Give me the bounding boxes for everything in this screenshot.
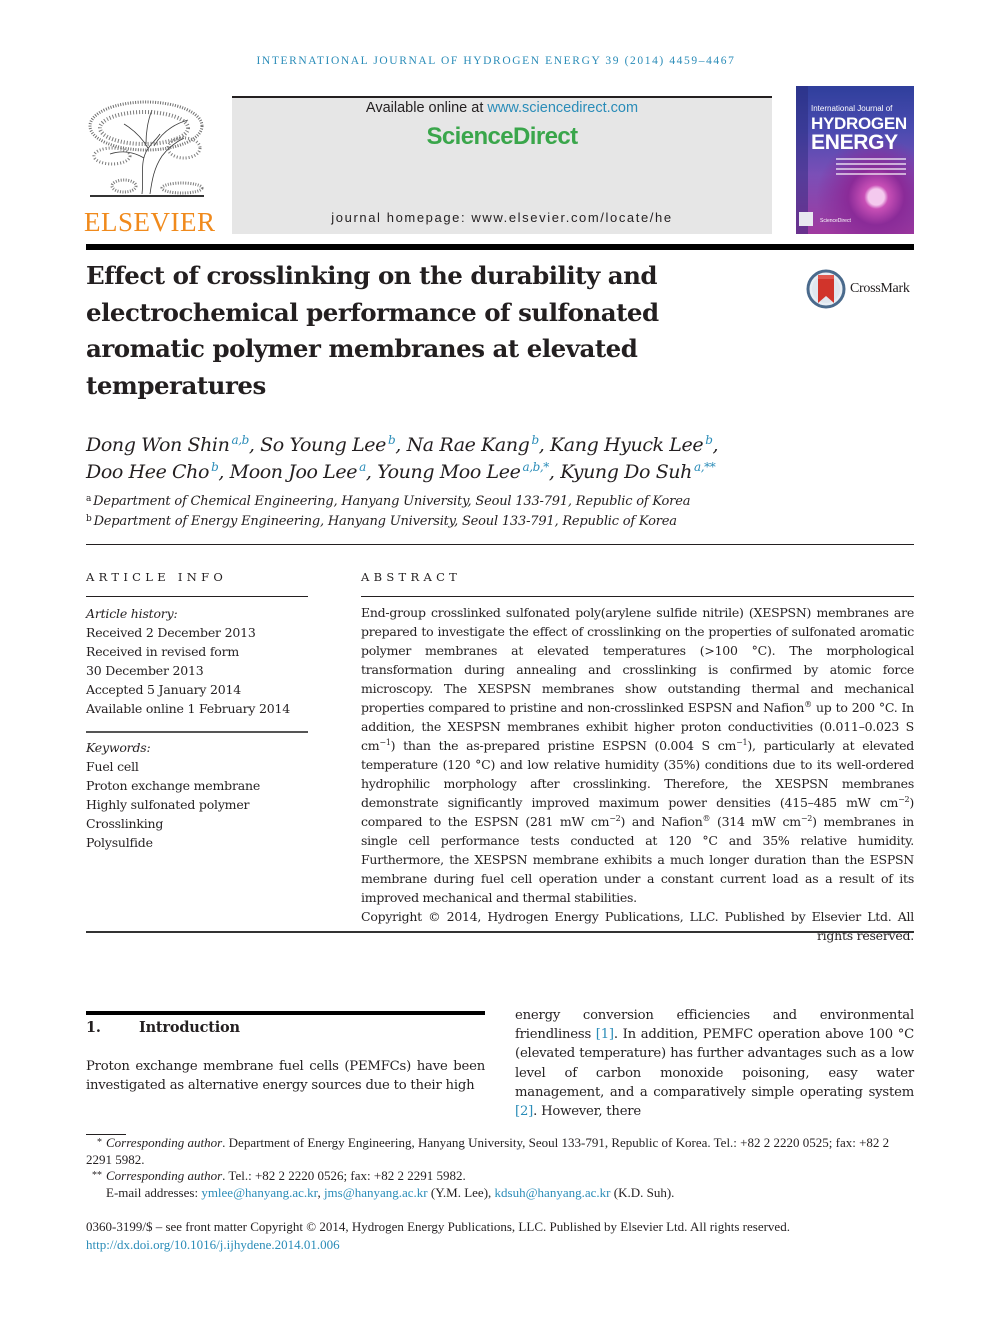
crossmark-button[interactable]: CrossMark xyxy=(806,268,916,310)
introduction-right-column: energy conversion efficiencies and envir… xyxy=(515,1008,914,1120)
author-affiliation-link[interactable]: a,** xyxy=(694,460,716,474)
affiliation-text: Department of Energy Engineering, Hanyan… xyxy=(93,514,677,529)
footnote-mark: * xyxy=(97,1137,102,1148)
crossmark-icon xyxy=(806,269,846,309)
article-info-heading: ARTICLE INFO xyxy=(86,570,228,584)
journal-cover-image[interactable]: International Journal of HYDROGEN ENERGY… xyxy=(796,86,914,234)
footnote-corresponding-2: ** Corresponding author. Tel.: +82 2 2220… xyxy=(86,1168,916,1185)
email-label: E-mail addresses: xyxy=(106,1184,202,1200)
crossmark-label: CrossMark xyxy=(850,281,910,296)
footnote-label: Corresponding author xyxy=(106,1168,223,1183)
sciencedirect-brand[interactable]: ScienceDirect xyxy=(232,123,772,151)
section-number: 1. xyxy=(86,1019,101,1036)
author-line-2: Doo Hee Cho b, Moon Joo Lee a, Young Moo L… xyxy=(86,460,716,483)
footnote-emails: E-mail addresses: ymlee@hanyang.ac.kr, j… xyxy=(106,1184,675,1200)
history-item: Received in revised form xyxy=(86,644,240,659)
author-list: Dong Won Shin a,b, So Young Lee b, Na Rae … xyxy=(86,432,906,486)
reference-link-2[interactable]: [2] xyxy=(515,1104,533,1119)
keywords: Keywords: Fuel cell Proton exchange memb… xyxy=(86,738,316,852)
cover-sciencedirect-mark: ScienceDirect xyxy=(820,218,851,224)
footnote-text: . Tel.: +82 2 2220 0526; fax: +82 2 2291… xyxy=(222,1168,466,1183)
available-online-prefix: Available online at xyxy=(365,100,488,116)
cover-publisher-logo-icon xyxy=(799,212,813,226)
cover-small-title: International Journal of xyxy=(811,104,893,113)
cover-title-line2: ENERGY xyxy=(811,131,898,154)
affiliation-mark: a xyxy=(86,494,92,504)
author-affiliation-link[interactable]: b xyxy=(705,433,713,447)
abstract-heading: ABSTRACT xyxy=(361,570,462,584)
article-title: Effect of crosslinking on the durability… xyxy=(86,261,659,400)
email-link[interactable]: kdsuh@hanyang.ac.kr xyxy=(495,1185,611,1200)
footnote-label: Corresponding author xyxy=(106,1135,223,1150)
issn-copyright-line: 0360-3199/$ – see front matter Copyright… xyxy=(86,1219,790,1234)
article-history-label: Article history: xyxy=(86,606,178,621)
email-link[interactable]: ymlee@hanyang.ac.kr xyxy=(201,1185,317,1200)
affiliation-b: b Department of Energy Engineering, Hanya… xyxy=(86,514,906,529)
author[interactable]: Doo Hee Cho b xyxy=(86,461,219,483)
affiliation-mark: b xyxy=(86,514,92,524)
sciencedirect-link[interactable]: www.sciencedirect.com xyxy=(487,100,638,116)
history-item: 30 December 2013 xyxy=(86,663,204,678)
footnote-corresponding-1: * Corresponding author. Department of Ene… xyxy=(86,1135,916,1168)
footnotes: * Corresponding author. Department of Ene… xyxy=(86,1135,916,1201)
keyword: Fuel cell xyxy=(86,759,139,774)
author-line-1: Dong Won Shin a,b, So Young Lee b, Na Rae … xyxy=(86,433,719,456)
author[interactable]: Young Moo Lee a,b,* xyxy=(377,461,549,483)
keyword: Polysulfide xyxy=(86,835,153,850)
journal-homepage[interactable]: journal homepage: www.elsevier.com/locat… xyxy=(232,210,772,225)
available-online-text: Available online at www.sciencedirect.co… xyxy=(232,100,772,116)
cover-editor-lines xyxy=(836,158,906,178)
keyword: Proton exchange membrane xyxy=(86,778,261,793)
cover-title: HYDROGEN ENERGY xyxy=(811,115,907,153)
author[interactable]: Moon Joo Lee a xyxy=(230,460,367,483)
author[interactable]: Kyung Do Suh a,** xyxy=(560,460,716,483)
author-affiliation-link[interactable]: a,b xyxy=(231,433,249,447)
doi-link[interactable]: http://dx.doi.org/10.1016/j.ijhydene.201… xyxy=(86,1237,340,1252)
affiliation-a: a Department of Chemical Engineering, Han… xyxy=(86,494,906,509)
author[interactable]: Dong Won Shin a,b xyxy=(86,434,249,456)
elsevier-logo[interactable]: ELSEVIER xyxy=(84,98,216,238)
sciencedirect-banner: Available online at www.sciencedirect.co… xyxy=(232,98,772,234)
elsevier-wordmark: ELSEVIER xyxy=(84,207,216,237)
footnote-mark: ** xyxy=(92,1170,102,1181)
article-info-divider xyxy=(86,596,308,597)
history-item: Received 2 December 2013 xyxy=(86,625,256,640)
section-title: Introduction xyxy=(139,1019,240,1036)
introduction-rule xyxy=(86,1011,485,1015)
abstract-copyright: Copyright © 2014, Hydrogen Energy Public… xyxy=(361,909,914,943)
keyword: Highly sulfonated polymer xyxy=(86,797,250,812)
history-item: Accepted 5 January 2014 xyxy=(86,682,241,697)
keywords-label: Keywords: xyxy=(86,740,151,755)
abstract-end-divider xyxy=(86,931,914,933)
author-affiliation-link[interactable]: b xyxy=(531,433,539,447)
affiliation-text: Department of Chemical Engineering, Hany… xyxy=(93,494,691,509)
affiliation-divider xyxy=(86,544,914,545)
author[interactable]: Kang Hyuck Lee b xyxy=(550,434,713,456)
keywords-divider xyxy=(86,731,308,733)
elsevier-tree-icon xyxy=(88,100,204,197)
author-affiliation-link[interactable]: a xyxy=(359,460,366,474)
history-item: Available online 1 February 2014 xyxy=(86,701,291,716)
author[interactable]: So Young Lee b xyxy=(260,434,396,456)
author-affiliation-link[interactable]: a,b,* xyxy=(522,460,549,474)
reference-link-1[interactable]: [1] xyxy=(596,1027,614,1042)
article-history: Article history: Received 2 December 201… xyxy=(86,604,316,718)
introduction-left-column: Proton exchange membrane fuel cells (PEM… xyxy=(86,1059,485,1094)
abstract-body: End-group crosslinked sulfonated poly(ar… xyxy=(361,603,914,945)
author[interactable]: Na Rae Kang b xyxy=(407,433,540,456)
header-thick-rule xyxy=(86,244,914,250)
email-link[interactable]: jms@hanyang.ac.kr xyxy=(324,1185,428,1200)
running-head: INTERNATIONAL JOURNAL OF HYDROGEN ENERGY… xyxy=(256,55,736,67)
abstract-paragraph: End-group crosslinked sulfonated poly(ar… xyxy=(361,605,914,905)
introduction-heading: 1. Introduction xyxy=(86,1019,240,1036)
keyword: Crosslinking xyxy=(86,816,164,831)
cover-title-line1: HYDROGEN xyxy=(811,114,907,133)
abstract-divider xyxy=(361,596,914,597)
issn-block: 0360-3199/$ – see front matter Copyright… xyxy=(86,1218,916,1254)
